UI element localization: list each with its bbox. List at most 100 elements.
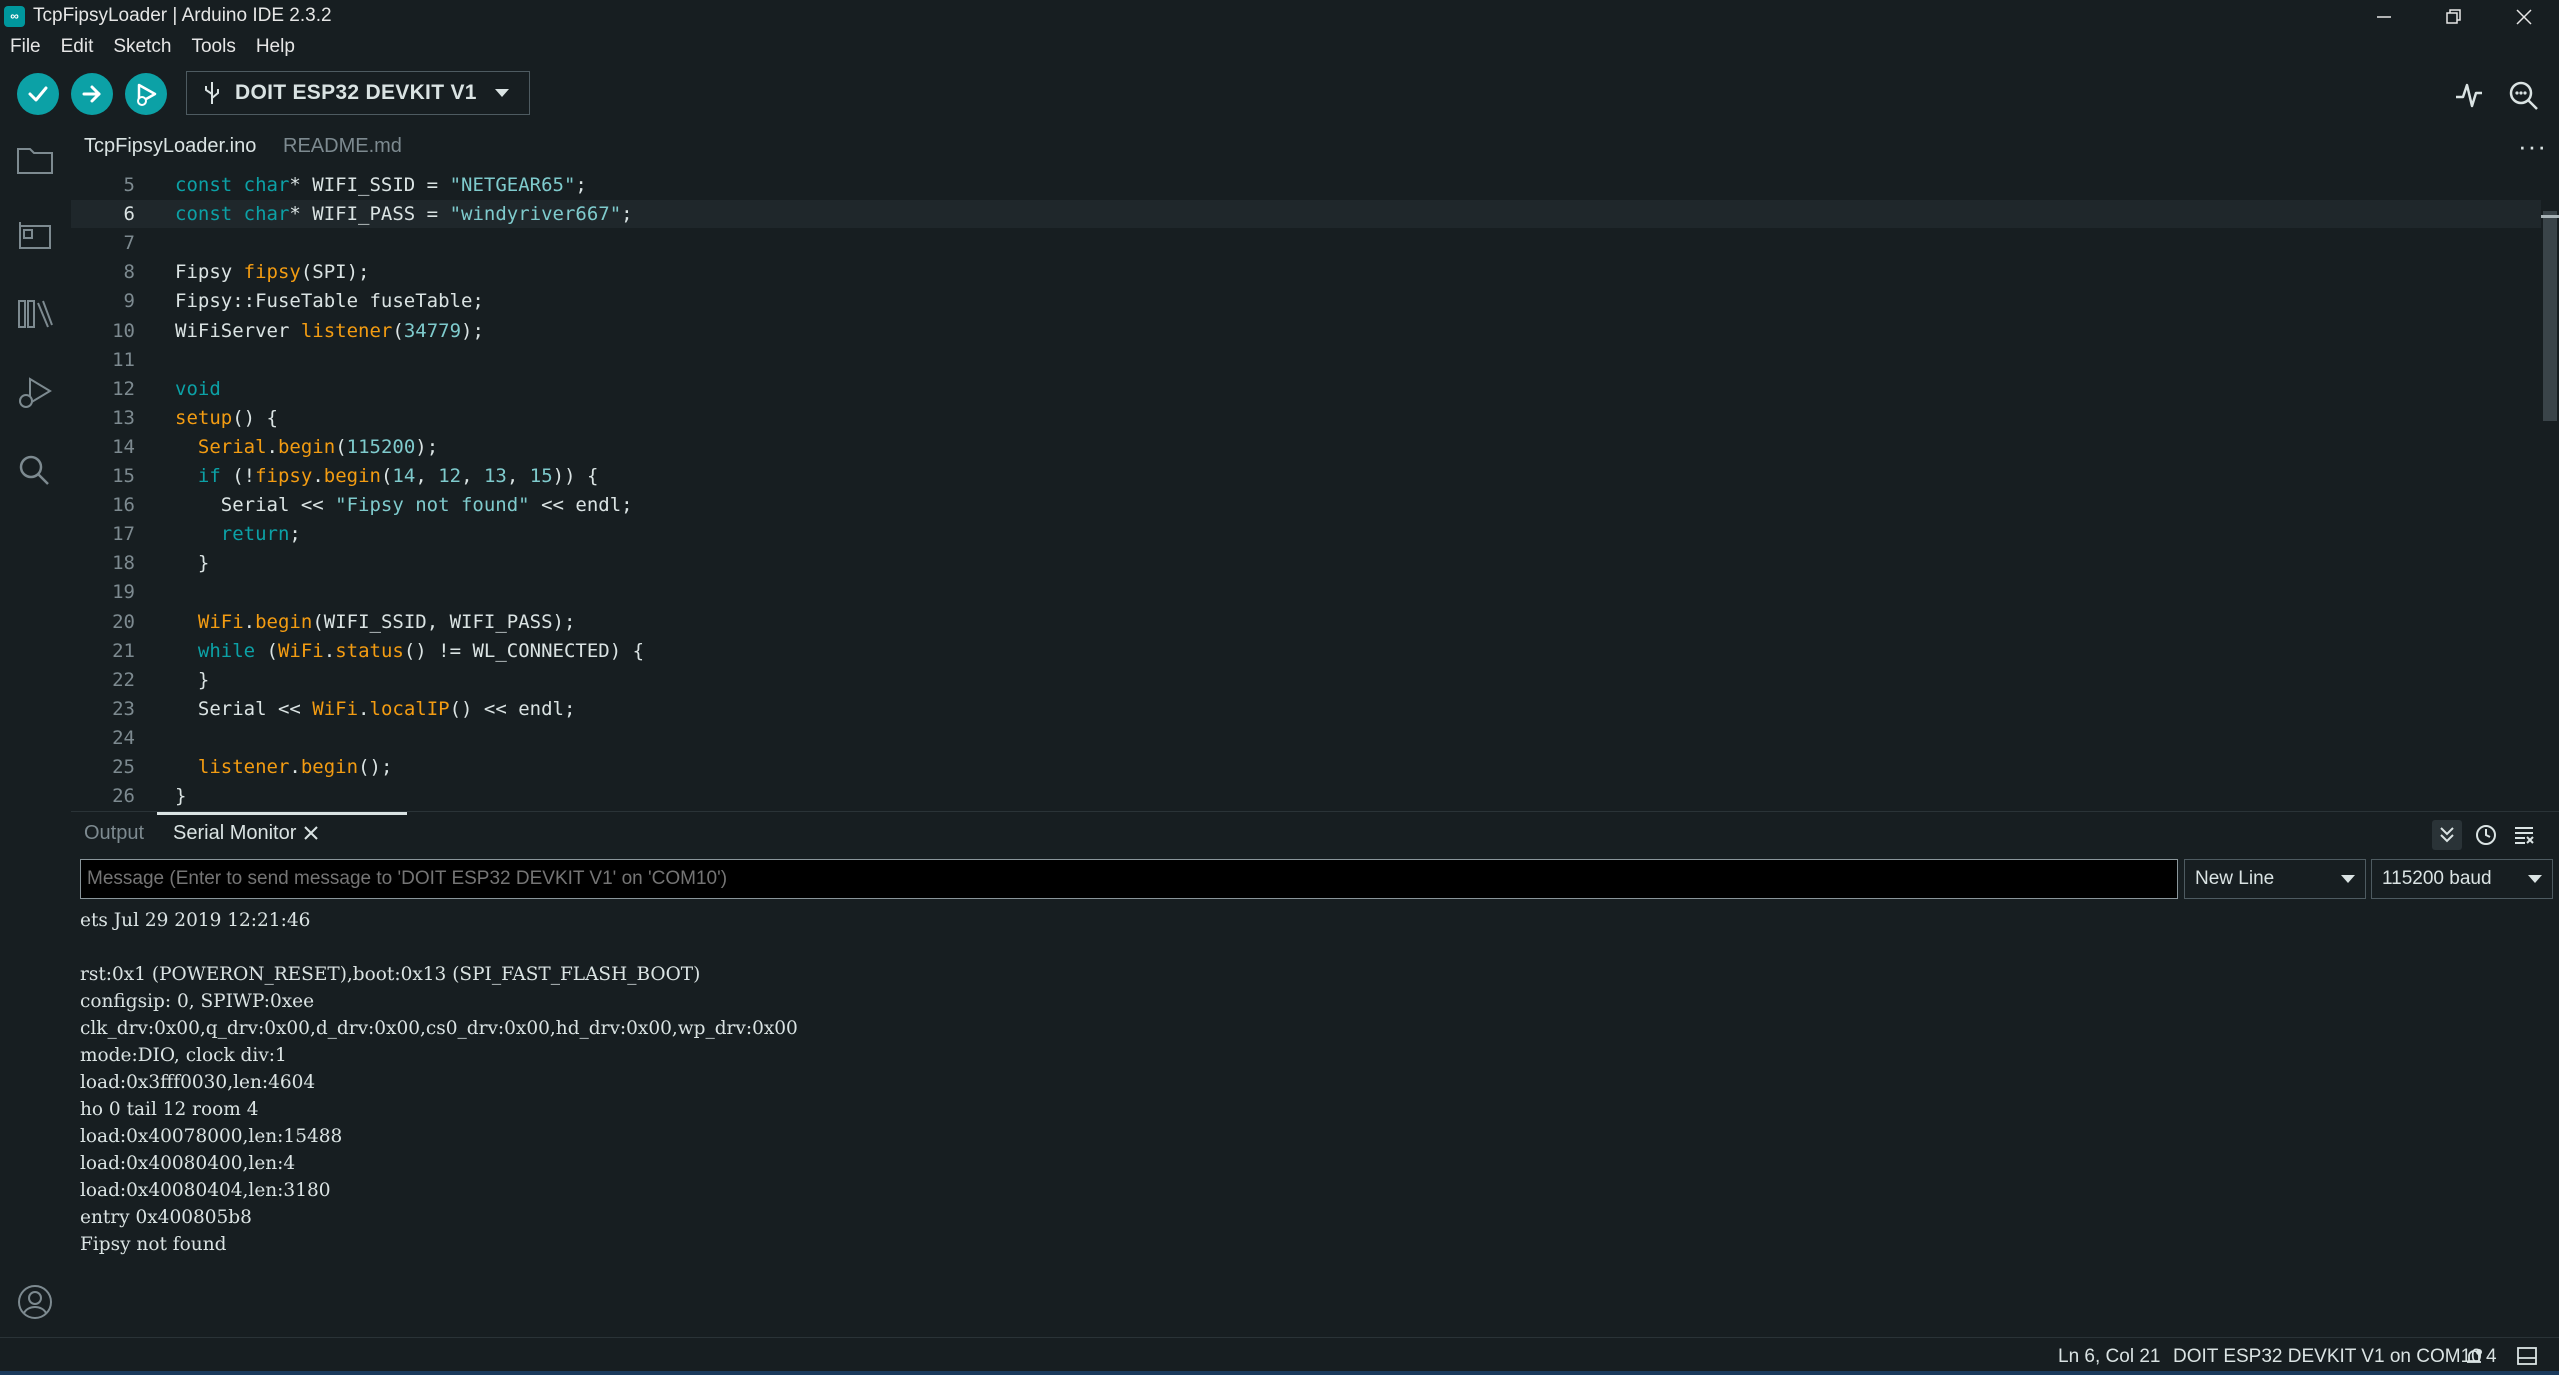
code-token: "NETGEAR65" bbox=[449, 174, 576, 196]
line-number: 10 bbox=[112, 319, 135, 342]
line-number: 25 bbox=[112, 756, 135, 778]
code-token: return bbox=[220, 523, 290, 546]
debug-button[interactable] bbox=[125, 73, 167, 115]
code-token: ); bbox=[415, 435, 439, 458]
board-port-status[interactable]: DOIT ESP32 DEVKIT V1 on COM10 bbox=[2173, 1346, 2482, 1368]
menu-sketch[interactable]: Sketch bbox=[103, 33, 181, 63]
code-line: 12 void bbox=[71, 375, 2471, 403]
code-text: listener.begin(); bbox=[175, 753, 393, 781]
serial-monitor-button[interactable] bbox=[2503, 75, 2543, 115]
serial-plotter-button[interactable] bbox=[2449, 75, 2489, 115]
serial-output: ets Jul 29 2019 12:21:46 rst:0x1 (POWERO… bbox=[80, 907, 2530, 1327]
code-text: while (WiFi.status() != WL_CONNECTED) { bbox=[175, 637, 644, 665]
account-icon[interactable] bbox=[14, 1281, 56, 1323]
restore-icon[interactable] bbox=[2419, 0, 2489, 33]
timestamp-clock-icon[interactable] bbox=[2471, 820, 2501, 850]
code-line: 6 const char* WIFI_PASS = "windyriver667"… bbox=[71, 200, 2471, 228]
toggle-autoscroll-icon[interactable] bbox=[2432, 820, 2462, 850]
code-line: 19 bbox=[71, 578, 2471, 606]
serial-message-input[interactable] bbox=[80, 859, 2178, 899]
tab-tcpfipsyloader[interactable]: TcpFipsyLoader.ino bbox=[84, 135, 256, 158]
code-token: WiFi bbox=[277, 639, 324, 662]
close-icon[interactable] bbox=[303, 824, 319, 847]
scroll-cursor-marker bbox=[2541, 215, 2559, 218]
code-token: (WIFI_SSID, WIFI_PASS); bbox=[312, 610, 576, 633]
board-selector[interactable]: DOIT ESP32 DEVKIT V1 bbox=[186, 71, 530, 115]
code-line: 9 Fipsy::FuseTable fuseTable; bbox=[71, 287, 2471, 315]
cursor-position[interactable]: Ln 6, Col 21 bbox=[2058, 1346, 2160, 1368]
line-ending-select[interactable]: New Line bbox=[2184, 859, 2366, 899]
code-line: 25 listener.begin(); bbox=[71, 753, 2471, 781]
code-text: const char* WIFI_PASS = "windyriver667"; bbox=[175, 200, 633, 228]
chevron-down-icon bbox=[2528, 875, 2542, 883]
more-icon[interactable]: ··· bbox=[2518, 131, 2547, 162]
output-line: ets Jul 29 2019 12:21:46 bbox=[80, 910, 311, 931]
line-number: 21 bbox=[112, 639, 135, 662]
editor-scrollbar[interactable] bbox=[2543, 211, 2557, 421]
line-number: 16 bbox=[112, 494, 135, 517]
code-text: void bbox=[175, 375, 221, 403]
tab-serial-monitor[interactable]: Serial Monitor bbox=[173, 822, 296, 845]
code-token: while bbox=[197, 639, 256, 662]
library-icon[interactable] bbox=[14, 293, 56, 335]
line-number: 13 bbox=[112, 406, 135, 429]
code-text: if (!fipsy.begin(14, 12, 13, 15)) { bbox=[175, 462, 599, 490]
line-number: 22 bbox=[112, 668, 135, 691]
code-token: << endl; bbox=[529, 494, 633, 517]
upload-button[interactable] bbox=[71, 73, 113, 115]
line-number: 18 bbox=[112, 552, 135, 575]
code-line: 20 WiFi.begin(WIFI_SSID, WIFI_PASS); bbox=[71, 608, 2471, 636]
baud-rate-select[interactable]: 115200 baud bbox=[2371, 859, 2553, 899]
code-editor[interactable]: 5 const char* WIFI_SSID = "NETGEAR65"; 6 co… bbox=[71, 171, 2559, 811]
close-icon[interactable] bbox=[2489, 0, 2559, 33]
code-token: Serial << bbox=[175, 697, 313, 720]
panel-toggle-icon[interactable] bbox=[2517, 1347, 2537, 1371]
code-token: ); bbox=[461, 319, 484, 342]
code-line: 7 bbox=[71, 229, 2471, 257]
menu-help[interactable]: Help bbox=[246, 33, 305, 63]
line-number: 8 bbox=[123, 261, 135, 284]
folder-icon[interactable] bbox=[14, 138, 56, 180]
minimize-icon[interactable] bbox=[2349, 0, 2419, 33]
menu-tools[interactable]: Tools bbox=[181, 33, 245, 63]
line-number: 26 bbox=[112, 785, 135, 808]
line-number: 15 bbox=[112, 465, 135, 487]
code-text: } bbox=[175, 782, 186, 810]
code-line: 8 Fipsy fipsy(SPI); bbox=[71, 258, 2471, 286]
pulse-icon bbox=[2456, 83, 2482, 108]
panel-tabs: Output Serial Monitor bbox=[71, 811, 2559, 858]
code-token: listener bbox=[300, 319, 393, 342]
board-manager-icon[interactable] bbox=[14, 215, 56, 257]
code-token: const bbox=[175, 174, 244, 196]
arduino-logo-icon: ∞ bbox=[4, 6, 25, 27]
code-text: const char* WIFI_SSID = "NETGEAR65"; bbox=[175, 171, 587, 199]
code-token: ; bbox=[575, 174, 587, 196]
search-icon[interactable] bbox=[14, 448, 56, 490]
menu-file[interactable]: File bbox=[0, 33, 51, 63]
verify-button[interactable] bbox=[17, 73, 59, 115]
tab-readme[interactable]: README.md bbox=[283, 135, 402, 158]
code-line: 5 const char* WIFI_SSID = "NETGEAR65"; bbox=[71, 171, 2471, 199]
code-token: )) { bbox=[552, 465, 599, 487]
output-line: entry 0x400805b8 bbox=[80, 1207, 252, 1228]
menu-edit[interactable]: Edit bbox=[51, 33, 104, 63]
code-token: ( bbox=[380, 465, 393, 487]
code-token: * WIFI_PASS = bbox=[289, 203, 450, 226]
code-token: begin bbox=[300, 756, 359, 778]
code-token: status bbox=[335, 639, 404, 662]
code-token: Serial << bbox=[175, 494, 336, 517]
code-line: 11 bbox=[71, 346, 2471, 374]
notifications-button[interactable]: 4 bbox=[2465, 1346, 2497, 1368]
tab-output[interactable]: Output bbox=[84, 822, 144, 845]
chevron-down-icon bbox=[2341, 875, 2355, 883]
taskbar-edge bbox=[0, 1371, 2559, 1375]
clear-output-icon[interactable] bbox=[2509, 820, 2539, 850]
code-line: 15 if (!fipsy.begin(14, 12, 13, 15)) { bbox=[71, 462, 2471, 490]
code-token: Fipsy bbox=[175, 261, 244, 284]
code-text: setup() { bbox=[175, 404, 278, 432]
debug-icon[interactable] bbox=[14, 371, 56, 413]
line-number: 17 bbox=[112, 523, 135, 546]
code-text: return; bbox=[175, 520, 301, 548]
menu-bar: File Edit Sketch Tools Help bbox=[0, 33, 2559, 63]
